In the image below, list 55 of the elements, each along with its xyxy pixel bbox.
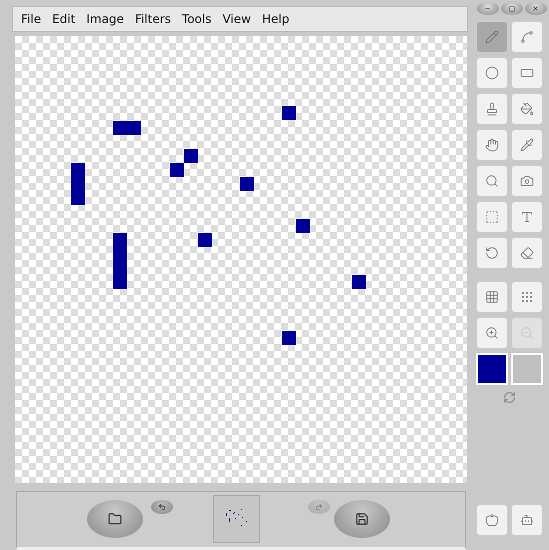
save-icon: [355, 512, 369, 526]
pencil-icon: [485, 30, 499, 44]
ellipse-icon: [485, 66, 499, 80]
tool-button[interactable]: [476, 237, 508, 269]
tool-button[interactable]: [511, 237, 543, 269]
menu-item[interactable]: Image: [86, 12, 124, 26]
tool-button[interactable]: [476, 21, 508, 53]
swap-colors-icon[interactable]: [503, 391, 516, 404]
robot-button[interactable]: [511, 504, 543, 536]
tool-button[interactable]: [476, 57, 508, 89]
text-icon: [520, 210, 534, 224]
apple-icon: [485, 513, 499, 527]
tool-button[interactable]: [511, 281, 543, 313]
thumbnail-drawing: [226, 509, 248, 526]
grid-icon: [485, 290, 499, 304]
maximize-button[interactable]: [500, 2, 522, 15]
robot-icon: [520, 513, 534, 527]
paint-bucket-icon: [520, 102, 534, 116]
tool-button[interactable]: [511, 129, 543, 161]
search-icon: [485, 174, 499, 188]
selection-icon: [485, 210, 499, 224]
pattern-icon: [520, 290, 534, 304]
color-swatch[interactable]: [476, 353, 508, 385]
tool-button[interactable]: [511, 57, 543, 89]
maximize-icon: [508, 6, 514, 12]
undo-button[interactable]: [151, 500, 173, 514]
stamp-icon: [485, 102, 499, 116]
tool-button[interactable]: [476, 281, 508, 313]
hand-icon: [485, 138, 499, 152]
menu-item[interactable]: File: [21, 12, 42, 26]
tool-button[interactable]: [476, 129, 508, 161]
color-swatch[interactable]: [511, 353, 543, 385]
close-icon: [532, 5, 539, 12]
menu-item[interactable]: Help: [262, 12, 290, 26]
apple-button[interactable]: [476, 504, 508, 536]
pipette-icon: [520, 138, 534, 152]
camera-icon: [520, 174, 534, 188]
tool-button[interactable]: [511, 165, 543, 197]
menu-item[interactable]: View: [222, 12, 251, 26]
redo-icon: [315, 502, 323, 511]
rotate-icon: [485, 246, 499, 260]
polyline-icon: [520, 30, 534, 44]
eraser-icon: [520, 246, 534, 260]
zoom-in-icon: [485, 326, 499, 340]
rectangle-icon: [520, 66, 534, 80]
tool-button[interactable]: [511, 93, 543, 125]
tool-button[interactable]: [476, 93, 508, 125]
minimize-icon: [484, 5, 491, 12]
undo-icon: [158, 502, 166, 511]
tool-button[interactable]: [476, 165, 508, 197]
menu-item[interactable]: Tools: [182, 12, 212, 26]
menu-item[interactable]: Filters: [134, 12, 171, 26]
zoom-out-icon: [520, 326, 534, 340]
menu-item[interactable]: Edit: [52, 12, 76, 26]
folder-icon: [108, 512, 122, 526]
